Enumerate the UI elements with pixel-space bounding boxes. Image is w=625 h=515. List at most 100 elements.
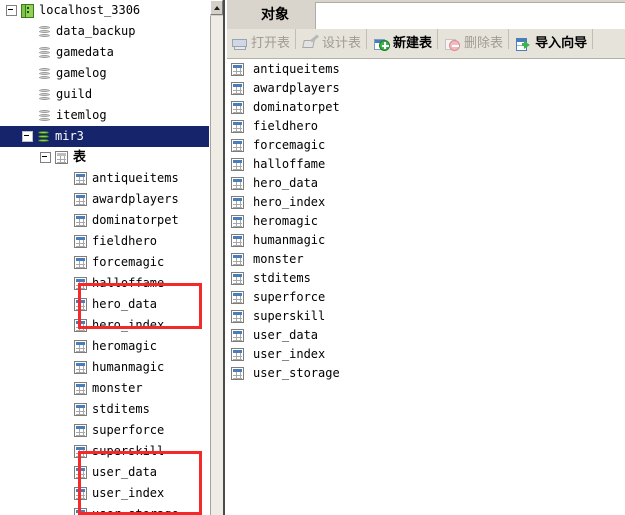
open-table-icon (232, 37, 248, 52)
table-list-item[interactable]: hero_index (227, 193, 625, 212)
tree-item-stditems[interactable]: stditems (0, 399, 209, 420)
tree-item-humanmagic[interactable]: humanmagic (0, 357, 209, 378)
tree-item-monster[interactable]: monster (0, 378, 209, 399)
toolbar-delete-table-button[interactable]: 删除表 (440, 29, 506, 59)
collapse-toggle-icon[interactable] (6, 5, 17, 16)
table-list[interactable]: antiqueitems awardplayers dominatorpet fiel… (227, 60, 625, 515)
tree-item-user_data[interactable]: user_data (0, 462, 209, 483)
tree-item-label: forcemagic (92, 255, 165, 269)
table-list-item[interactable]: humanmagic (227, 231, 625, 250)
toolbar-open-table-button[interactable]: 打开表 (227, 29, 293, 59)
table-list-item-label: humanmagic (253, 233, 326, 247)
object-toolbar: 打开表 设计表 新建表 删除表 导入向导 (227, 29, 625, 59)
collapse-toggle-icon[interactable] (40, 152, 51, 163)
database-green-icon (37, 130, 50, 144)
table-list-item[interactable]: hero_data (227, 174, 625, 193)
tree-item-superskill[interactable]: superskill (0, 441, 209, 462)
tree-item-label: superforce (92, 423, 165, 437)
table-list-item[interactable]: monster (227, 250, 625, 269)
table-icon (231, 101, 244, 114)
tree-item-label: hero_index (92, 318, 165, 332)
tree-item-label: humanmagic (92, 360, 165, 374)
tree-item-halloffame[interactable]: halloffame (0, 273, 209, 294)
table-list-item-label: superforce (253, 290, 326, 304)
tree-item-guild[interactable]: guild (0, 84, 209, 105)
tree-item-label: data_backup (56, 24, 136, 38)
toolbar-design-table-button[interactable]: 设计表 (298, 29, 364, 59)
tree-item-awardplayers[interactable]: awardplayers (0, 189, 209, 210)
scroll-up-arrow-icon (214, 6, 220, 10)
tree-item-label: user_storage (92, 507, 179, 515)
tree-item-dominatorpet[interactable]: dominatorpet (0, 210, 209, 231)
tree-item-fieldhero[interactable]: fieldhero (0, 231, 209, 252)
tree-vertical-scrollbar[interactable] (209, 0, 223, 515)
tree-item-antiqueitems[interactable]: antiqueitems (0, 168, 209, 189)
table-list-item-label: halloffame (253, 157, 326, 171)
scrollbar-track[interactable] (210, 16, 223, 515)
table-icon (231, 272, 244, 285)
table-list-item-label: hero_data (253, 176, 319, 190)
table-list-item[interactable]: stditems (227, 269, 625, 288)
tree-item-gamedata[interactable]: gamedata (0, 42, 209, 63)
toolbar-separator (295, 29, 297, 49)
object-pane: 对象 打开表 设计表 新建表 删除表 导入向导 antiqueitems awardpla… (227, 0, 625, 515)
table-icon (74, 319, 87, 332)
tree-item-label: user_data (92, 465, 158, 479)
table-icon (231, 82, 244, 95)
table-list-item[interactable]: fieldhero (227, 117, 625, 136)
tree-item-mir3[interactable]: mir3 (0, 126, 209, 147)
tree-item-localhost_3306[interactable]: localhost_3306 (0, 0, 209, 21)
table-list-item[interactable]: superskill (227, 307, 625, 326)
import-wizard-icon (516, 37, 532, 52)
table-list-item-label: superskill (253, 309, 326, 323)
table-icon (74, 487, 87, 500)
table-list-item[interactable]: superforce (227, 288, 625, 307)
tree-item-label: localhost_3306 (39, 3, 141, 17)
table-icon (231, 310, 244, 323)
tree-item-label: stditems (92, 402, 150, 416)
tree-item-heromagic[interactable]: heromagic (0, 336, 209, 357)
table-icon (74, 193, 87, 206)
table-list-item[interactable]: user_index (227, 345, 625, 364)
toolbar-button-label: 打开表 (251, 36, 291, 51)
tree-item-label: hero_data (92, 297, 158, 311)
tree-item-data_backup[interactable]: data_backup (0, 21, 209, 42)
table-icon (74, 445, 87, 458)
tree-item-hero_data[interactable]: hero_data (0, 294, 209, 315)
delete-table-icon (445, 37, 461, 52)
scroll-up-button[interactable] (210, 0, 223, 15)
table-list-item[interactable]: halloffame (227, 155, 625, 174)
tree-item-label: dominatorpet (92, 213, 179, 227)
table-list-item[interactable]: awardplayers (227, 79, 625, 98)
tree-item-forcemagic[interactable]: forcemagic (0, 252, 209, 273)
connection-tree-panel[interactable]: localhost_3306 data_backup gamedata gamelog… (0, 0, 209, 515)
tree-item-superforce[interactable]: superforce (0, 420, 209, 441)
table-icon (231, 196, 244, 209)
tree-item-user_index[interactable]: user_index (0, 483, 209, 504)
tree-item-label: monster (92, 381, 143, 395)
tree-item-user_storage[interactable]: user_storage (0, 504, 209, 515)
tree-item-hero_index[interactable]: hero_index (0, 315, 209, 336)
tree-item-gamelog[interactable]: gamelog (0, 63, 209, 84)
database-gray-icon (38, 67, 51, 81)
toolbar-import-wizard-button[interactable]: 导入向导 (511, 29, 590, 59)
table-list-item[interactable]: dominatorpet (227, 98, 625, 117)
toolbar-separator (592, 29, 594, 49)
table-list-item[interactable]: user_storage (227, 364, 625, 383)
table-list-item[interactable]: heromagic (227, 212, 625, 231)
tree-item-label: fieldhero (92, 234, 158, 248)
table-icon (74, 466, 87, 479)
collapse-toggle-icon[interactable] (22, 131, 33, 142)
tab-objects[interactable]: 对象 (236, 0, 314, 29)
table-list-item[interactable]: forcemagic (227, 136, 625, 155)
toolbar-new-table-button[interactable]: 新建表 (369, 29, 435, 59)
tree-item-itemlog[interactable]: itemlog (0, 105, 209, 126)
tree-item-label: user_index (92, 486, 165, 500)
table-icon (231, 234, 244, 247)
table-icon (74, 508, 87, 515)
table-list-item[interactable]: antiqueitems (227, 60, 625, 79)
table-icon (74, 256, 87, 269)
tree-item-tables-folder[interactable]: 表 (0, 147, 209, 168)
tree-item-label: heromagic (92, 339, 158, 353)
table-list-item[interactable]: user_data (227, 326, 625, 345)
